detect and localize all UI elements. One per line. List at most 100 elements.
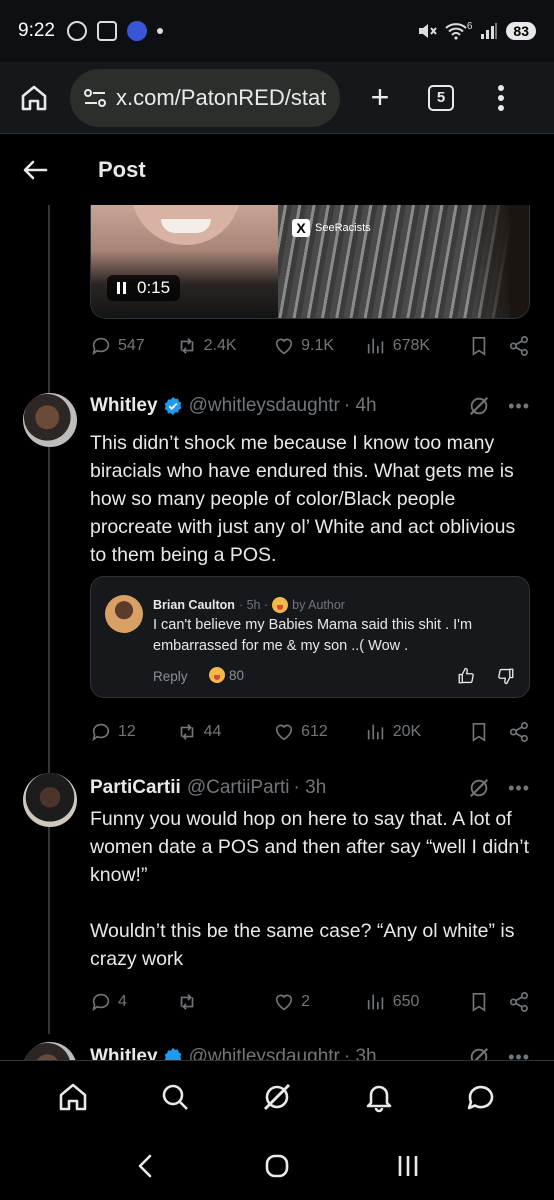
tweet-actions: 4 2 650 [90,991,530,1013]
views-button[interactable]: 20K [365,721,465,743]
comment-text: I can't believe my Babies Mama said this… [153,617,473,654]
embedded-comment-card[interactable]: Brian Caulton · 5h · by Author I can't b… [90,576,530,698]
home-circle-icon[interactable] [262,1151,292,1181]
screenshot-icon [96,21,117,41]
author-name[interactable]: PartiCartii [90,777,181,799]
repost-button[interactable] [176,991,274,1013]
back-icon[interactable] [131,1151,161,1181]
video-frame-left: 0:15 [91,205,278,318]
home-icon [21,85,47,110]
system-status: 6 83 [417,21,536,40]
messages-icon[interactable] [464,1080,498,1114]
tweet-time[interactable]: · 4h [344,395,377,417]
reply-button[interactable]: 12 [90,721,176,743]
notifications-icon[interactable] [362,1080,396,1114]
video-frame-right: X SeeRacists [278,205,529,318]
share-icon[interactable] [508,721,530,743]
tweet-text: This didn’t shock me because I know too … [90,432,521,566]
browser-home-button[interactable] [14,78,54,118]
reply-icon [92,337,110,356]
tweet-header: PartiCartii @CartiiParti · 3h ••• [90,777,530,799]
grok-icon[interactable] [468,1046,490,1060]
comment-header: Brian Caulton · 5h · by Author [153,597,345,613]
like-button[interactable]: 612 [273,721,365,743]
url-text: x.com/PatonRED/stat [116,84,327,110]
author-emoji-icon [272,597,289,613]
author-handle[interactable]: @whitleysdaughtr [189,395,340,417]
thumbs-up-icon[interactable] [457,667,475,685]
recents-icon[interactable] [393,1151,423,1181]
avatar[interactable] [23,773,77,827]
video-media[interactable]: 0:15 X SeeRacists [90,205,530,319]
author-name[interactable]: Whitley [90,395,158,417]
original-post-actions: 547 2.4K 9.1K 678K [90,335,530,357]
reply-icon [92,723,110,742]
x-logo-icon: X [292,219,310,237]
reaction-count: 80 [229,667,245,683]
avatar[interactable] [105,595,143,633]
video-timer[interactable]: 0:15 [107,275,181,301]
reply-icon [92,993,110,1012]
comment-time: · 5h · [238,598,269,612]
verified-badge-icon [164,396,181,416]
reply-tweet-partial[interactable]: Whitley @whitleysdaughtr · 3h ••• [0,1038,554,1060]
site-settings-icon[interactable] [82,87,108,109]
thread-content[interactable]: 0:15 X SeeRacists 547 2.4K 9.1K 678K Whi… [0,205,554,1060]
home-icon[interactable] [56,1080,90,1114]
more-options-icon[interactable]: ••• [508,1047,530,1061]
wifi-icon [445,23,467,40]
bookmark-icon[interactable] [468,335,490,357]
commenter-name[interactable]: Brian Caulton [153,598,235,612]
tweet-header: Whitley @whitleysdaughtr · 4h ••• [90,395,530,417]
share-icon[interactable] [508,335,530,357]
grok-icon[interactable] [468,777,490,799]
avatar[interactable] [23,1042,77,1060]
tweet-header: Whitley @whitleysdaughtr · 3h ••• [90,1046,530,1060]
bookmark-icon[interactable] [468,721,490,743]
pause-icon [117,282,126,294]
like-button[interactable]: 2 [273,991,365,1013]
new-tab-button[interactable]: + [362,79,398,116]
browser-menu-button[interactable] [498,84,504,111]
thumbs-down-icon[interactable] [497,667,515,685]
comment-reply-button[interactable]: Reply [153,669,188,684]
views-icon [367,724,383,740]
comment-reactions[interactable]: 80 [209,667,244,683]
more-options-icon[interactable]: ••• [508,396,530,417]
grok-icon[interactable] [468,395,490,417]
bottom-navigation [0,1060,554,1132]
tab-switcher-button[interactable]: 5 [428,84,454,111]
tweet-text: Funny you would hop on here to say that.… [90,808,529,970]
heart-icon [275,724,293,741]
browser-toolbar: x.com/PatonRED/stat + 5 [0,62,554,134]
views-button[interactable]: 650 [365,991,465,1013]
tweet-time[interactable]: · 3h [294,777,327,799]
tweet-time[interactable]: · 3h [344,1046,377,1060]
address-bar[interactable]: x.com/PatonRED/stat [70,68,340,127]
reply-button[interactable]: 547 [90,335,176,357]
views-icon [367,338,383,354]
repost-button[interactable]: 2.4K [176,335,274,357]
like-button[interactable]: 9.1K [273,335,365,357]
more-options-icon[interactable]: ••• [508,778,530,799]
heart-icon [275,994,293,1011]
author-name[interactable]: Whitley [90,1046,158,1060]
views-button[interactable]: 678K [365,335,465,357]
reply-button[interactable]: 4 [90,991,176,1013]
author-tag: by Author [292,598,345,612]
share-icon[interactable] [508,991,530,1013]
back-arrow-icon[interactable] [22,159,48,181]
tweet-actions: 12 44 612 20K [90,721,530,743]
heart-icon [275,338,293,355]
verified-badge-icon [164,1047,181,1060]
mute-icon [418,24,437,38]
avatar[interactable] [23,393,77,447]
grok-icon[interactable] [260,1080,294,1114]
bookmark-icon[interactable] [468,991,490,1013]
author-handle[interactable]: @CartiiParti [187,777,290,799]
author-handle[interactable]: @whitleysdaughtr [189,1046,340,1060]
repost-icon [180,724,193,740]
repost-button[interactable]: 44 [176,721,274,743]
weather-app-icon [126,21,147,41]
search-icon[interactable] [158,1080,192,1114]
